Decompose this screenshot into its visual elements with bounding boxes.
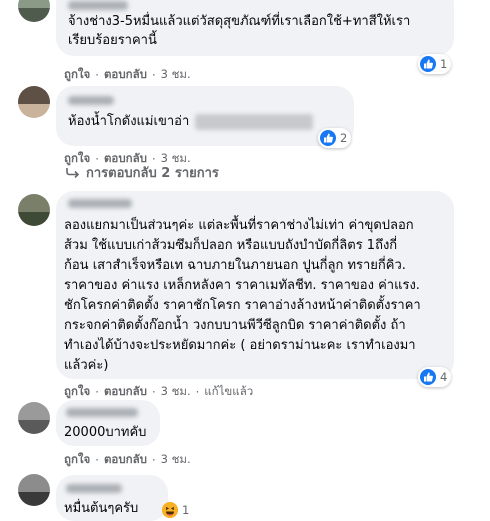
separator: · <box>151 385 156 399</box>
commenter-name[interactable] <box>68 199 132 208</box>
view-replies-link[interactable]: การตอบกลับ 2 รายการ <box>66 162 219 183</box>
comment-text-line: 20000บาทคับ <box>64 425 147 440</box>
separator: · <box>151 453 156 467</box>
avatar[interactable] <box>18 474 50 506</box>
haha-emoji-icon <box>162 502 178 518</box>
commenter-name[interactable] <box>68 96 114 105</box>
reaction-count: 4 <box>440 370 448 384</box>
comment-text-line: แล้วค่ะ) <box>64 358 109 373</box>
reaction-summary[interactable]: 1 <box>418 54 452 74</box>
comment-text-line: จ้างช่าง3-5หมื่นแล้วแต่วัสดุสุขภัณฑ์ที่เ… <box>68 14 411 29</box>
comment-actions: ถูกใจ · ตอบกลับ · 3 ชม. <box>64 451 191 469</box>
comment-text-line: ห้องน้ำโกดังแม่เขาอ่า <box>68 112 314 132</box>
reply-arrow-icon <box>66 167 80 178</box>
thumbs-up-icon <box>420 369 436 385</box>
avatar[interactable] <box>18 402 50 434</box>
commenter-name[interactable] <box>66 484 122 493</box>
comment-bubble: จ้างช่าง3-5หมื่นแล้วแต่วัสดุสุขภัณฑ์ที่เ… <box>56 0 454 56</box>
comment-text-line: เรียบร้อยราคานี้ <box>68 33 157 48</box>
comment-text-line: กระจกค่าติดตั้งก๊อกน้ำ วงกบบานพีวีซีลูกบ… <box>64 318 406 333</box>
comment-text-line: ชักโครกค่าติดตั้ง ราคาชักโครก ราคาอ่างล้… <box>64 298 421 313</box>
separator: · <box>95 385 99 399</box>
tagged-user-link[interactable] <box>195 113 314 130</box>
reply-button[interactable]: ตอบกลับ <box>104 451 147 469</box>
comment-text-line: หมื่นต้นๆครับ <box>64 501 139 516</box>
reaction-count: 2 <box>340 131 348 145</box>
comment-actions: ถูกใจ · ตอบกลับ · 3 ชม. · แก้ไขแล้ว <box>64 383 253 401</box>
edited-label[interactable]: แก้ไขแล้ว <box>204 383 253 401</box>
separator: · <box>95 453 99 467</box>
avatar[interactable] <box>18 86 50 118</box>
separator: · <box>151 68 156 82</box>
commenter-name[interactable] <box>68 1 128 10</box>
like-button[interactable]: ถูกใจ <box>64 383 90 401</box>
avatar[interactable] <box>18 194 50 226</box>
comment-text-line: ทำเองได้บ้างจะประหยัดมากค่ะ ( อย่าดราม่า… <box>64 338 416 353</box>
comment-text: ห้องน้ำโกดังแม่เขาอ่า <box>68 114 190 129</box>
reaction-summary[interactable]: 1 <box>160 500 193 520</box>
commenter-name[interactable] <box>66 408 138 417</box>
reaction-count: 1 <box>440 57 448 71</box>
comment-text-line: ราคาของ ค่าแรง เหล็กหลังคา ราคาเมทัลชีท.… <box>64 278 420 293</box>
comment-text-line: ส้วม ใช้แบบเก่าส้วมซึมก็ปลอก หรือแบบถังบ… <box>64 238 398 253</box>
reply-button[interactable]: ตอบกลับ <box>104 383 147 401</box>
timestamp[interactable]: 3 ชม. <box>161 451 191 469</box>
separator: · <box>195 385 200 399</box>
comment-bubble: ลองแยกมาเป็นส่วนๆค่ะ แต่ละพื้นที่ราคาช่า… <box>56 191 454 379</box>
reaction-summary[interactable]: 4 <box>418 367 452 387</box>
comment-bubble: ห้องน้ำโกดังแม่เขาอ่า <box>56 86 354 146</box>
comment-text-line: ลองแยกมาเป็นส่วนๆค่ะ แต่ละพื้นที่ราคาช่า… <box>64 218 414 233</box>
comment-bubble: หมื่นต้นๆครับ <box>56 475 168 521</box>
timestamp[interactable]: 3 ชม. <box>161 383 191 401</box>
reaction-count: 1 <box>182 503 190 517</box>
avatar[interactable] <box>18 0 50 22</box>
thumbs-up-icon <box>420 56 436 72</box>
reaction-summary[interactable]: 2 <box>318 128 352 148</box>
comment-bubble: 20000บาทคับ <box>56 400 160 446</box>
timestamp[interactable]: 3 ชม. <box>161 66 191 84</box>
like-button[interactable]: ถูกใจ <box>64 451 90 469</box>
like-button[interactable]: ถูกใจ <box>64 66 90 84</box>
reply-button[interactable]: ตอบกลับ <box>104 66 147 84</box>
comment-text-line: ก้อน เสาสำเร็จหรือเท ฉาบภายในภายนอก ปูนก… <box>64 258 406 273</box>
view-replies-label[interactable]: การตอบกลับ 2 รายการ <box>86 162 219 183</box>
separator: · <box>95 68 99 82</box>
comment-actions: ถูกใจ · ตอบกลับ · 3 ชม. <box>64 66 191 84</box>
thumbs-up-icon <box>320 130 336 146</box>
